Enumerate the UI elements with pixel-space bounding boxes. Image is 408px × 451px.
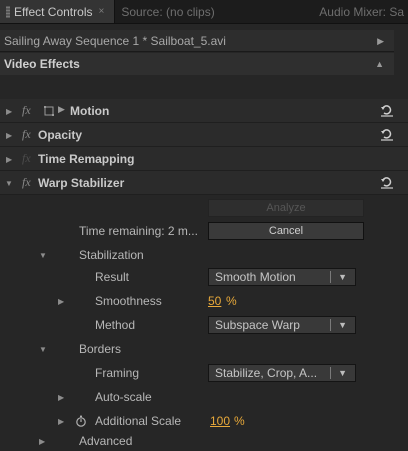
expand-triangle-icon[interactable]: ▶ (58, 393, 64, 402)
autoscale-row: ▶ Auto-scale (0, 385, 408, 409)
sequence-clip-label: Sailing Away Sequence 1 * Sailboat_5.avi (4, 33, 226, 48)
fx-toggle[interactable]: fx (22, 103, 31, 118)
analyze-row: Analyze (0, 196, 408, 220)
autoscale-label: Auto-scale (95, 390, 152, 404)
close-icon[interactable]: × (98, 6, 104, 17)
framing-value: Stabilize, Crop, A... (215, 366, 318, 380)
tab-audio-mixer[interactable]: Audio Mixer: Sa (275, 0, 408, 23)
dropdown-separator (330, 271, 331, 283)
stabilization-label: Stabilization (79, 248, 144, 262)
tab-audio-mixer-label: Audio Mixer: Sa (319, 4, 404, 19)
dropdown-arrow-icon: ▼ (338, 368, 347, 378)
stabilization-group[interactable]: ▼ Stabilization (0, 243, 408, 267)
result-dropdown[interactable]: Smooth Motion ▼ (208, 268, 356, 286)
result-row: Result Smooth Motion ▼ (0, 265, 408, 289)
reset-icon[interactable] (380, 175, 394, 189)
cancel-button[interactable]: Cancel (208, 222, 364, 240)
video-effects-label: Video Effects (4, 57, 80, 71)
dropdown-separator (330, 367, 331, 379)
additional-scale-row: ▶ Additional Scale 100 % (0, 409, 408, 433)
collapse-triangle-icon[interactable]: ▼ (39, 345, 47, 354)
tab-source[interactable]: Source: (no clips) (115, 0, 275, 23)
expand-triangle-icon[interactable]: ▶ (6, 131, 12, 140)
analyze-button[interactable]: Analyze (208, 199, 364, 217)
advanced-label: Advanced (79, 434, 133, 448)
reset-icon[interactable] (380, 103, 394, 117)
method-dropdown[interactable]: Subspace Warp ▼ (208, 316, 356, 334)
sequence-clip-bar: Sailing Away Sequence 1 * Sailboat_5.avi… (0, 30, 394, 52)
effect-row-time-remapping[interactable]: ▶ fx Time Remapping (0, 147, 408, 171)
borders-group[interactable]: ▼ Borders (0, 337, 408, 361)
dropdown-arrow-icon: ▼ (338, 320, 347, 330)
method-value: Subspace Warp (215, 318, 300, 332)
motion-transform-icon (44, 106, 54, 116)
effect-name-warp-stabilizer: Warp Stabilizer (38, 175, 125, 190)
borders-label: Borders (79, 342, 122, 356)
fx-toggle[interactable]: fx (22, 127, 31, 142)
fx-toggle[interactable]: fx (22, 175, 31, 190)
additional-scale-unit: % (234, 414, 245, 428)
dropdown-arrow-icon: ▼ (338, 272, 347, 282)
tab-effect-controls-label: Effect Controls (14, 4, 93, 19)
stopwatch-icon[interactable] (75, 415, 87, 427)
method-label: Method (95, 318, 136, 332)
effect-name-opacity: Opacity (38, 127, 83, 142)
additional-scale-value[interactable]: 100 (210, 414, 230, 428)
effect-row-warp-stabilizer[interactable]: ▼ fx Warp Stabilizer (0, 171, 408, 195)
expand-triangle-icon[interactable]: ▶ (6, 107, 12, 116)
tab-source-label: Source: (no clips) (121, 4, 215, 19)
effect-name-motion: Motion (70, 103, 110, 118)
smoothness-value[interactable]: 50 (208, 294, 221, 308)
expand-triangle-icon[interactable]: ▶ (58, 297, 64, 306)
expand-triangle-icon[interactable]: ▶ (58, 417, 64, 426)
expand-triangle-icon[interactable]: ▶ (39, 437, 45, 446)
time-remaining-row: Time remaining: 2 m... Cancel (0, 219, 408, 243)
framing-label: Framing (95, 366, 140, 380)
smoothness-label: Smoothness (95, 294, 162, 308)
advanced-group[interactable]: ▶ Advanced (0, 431, 408, 451)
framing-row: Framing Stabilize, Crop, A... ▼ (0, 361, 408, 385)
grip-icon[interactable] (6, 5, 10, 18)
smoothness-unit: % (226, 294, 237, 308)
collapse-triangle-icon[interactable]: ▲ (375, 59, 384, 69)
video-effects-header: Video Effects ▲ (0, 53, 394, 75)
expand-triangle-icon[interactable]: ▶ (377, 36, 384, 47)
dropdown-separator (330, 319, 331, 331)
effect-row-opacity[interactable]: ▶ fx Opacity (0, 123, 408, 147)
framing-dropdown[interactable]: Stabilize, Crop, A... ▼ (208, 364, 356, 382)
result-label: Result (95, 270, 130, 284)
method-row: Method Subspace Warp ▼ (0, 313, 408, 337)
fx-toggle: fx (22, 151, 31, 165)
effect-name-time-remapping: Time Remapping (38, 151, 135, 166)
smoothness-row: ▶ Smoothness 50 % (0, 289, 408, 313)
collapse-triangle-icon[interactable]: ▼ (39, 251, 47, 260)
reset-icon[interactable] (380, 127, 394, 141)
time-remaining-text: Time remaining: 2 m... (79, 224, 198, 238)
expand-triangle-icon[interactable]: ▶ (6, 155, 12, 164)
tab-effect-controls[interactable]: Effect Controls × (0, 0, 116, 23)
panel-tab-bar: Effect Controls × Source: (no clips) Aud… (0, 0, 408, 24)
additional-scale-label: Additional Scale (95, 414, 182, 428)
cursor-arrow-icon: ▶ (58, 104, 65, 114)
collapse-triangle-icon[interactable]: ▼ (5, 179, 13, 188)
result-value: Smooth Motion (215, 270, 296, 284)
effect-row-motion[interactable]: ▶ fx ▶ Motion (0, 99, 408, 123)
